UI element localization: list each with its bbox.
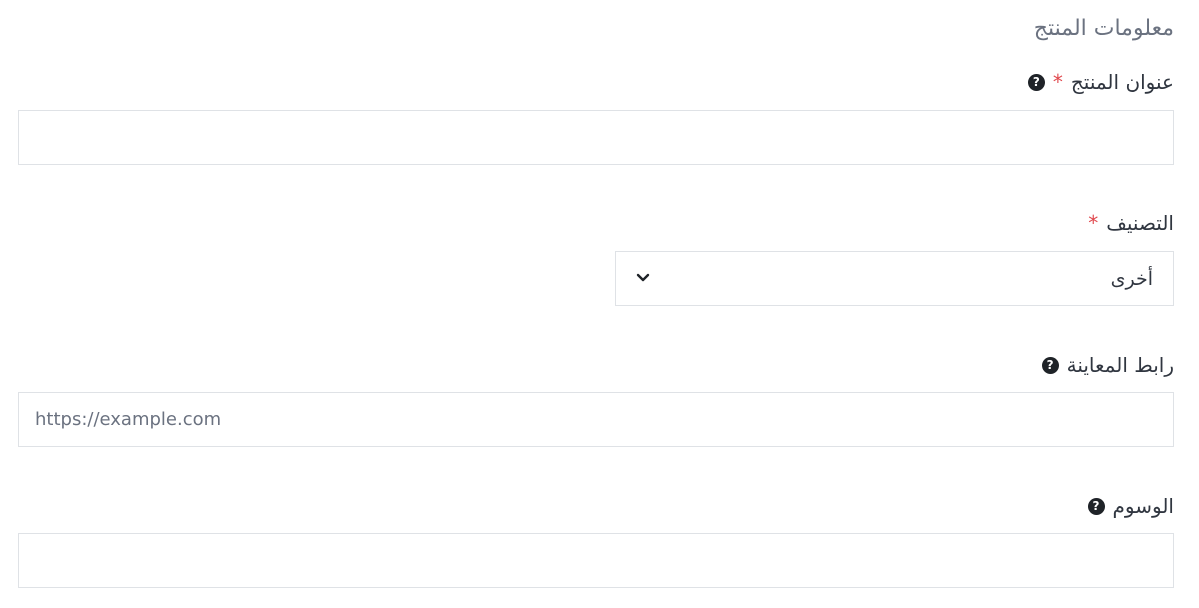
tags-label: الوسوم ? [1087, 492, 1174, 520]
category-label: التصنيف * [1088, 209, 1174, 237]
preview-link-label: رابط المعاينة ? [1041, 351, 1174, 379]
question-circle-icon[interactable]: ? [1041, 356, 1059, 374]
preview-link-label-text: رابط المعاينة [1066, 353, 1174, 377]
required-mark: * [1088, 211, 1099, 235]
section-title: معلومات المنتج [1033, 16, 1174, 41]
product-title-input[interactable] [18, 110, 1174, 165]
question-circle-icon[interactable]: ? [1027, 73, 1045, 91]
preview-link-input[interactable] [18, 392, 1174, 447]
chevron-down-icon [636, 273, 650, 285]
category-select[interactable]: أخرى [615, 251, 1174, 306]
category-selected-value: أخرى [1110, 267, 1153, 290]
tags-input[interactable] [18, 533, 1174, 588]
product-title-label: عنوان المنتج * ? [1027, 68, 1174, 96]
question-circle-icon[interactable]: ? [1087, 497, 1105, 515]
tags-label-text: الوسوم [1112, 494, 1174, 518]
product-title-label-text: عنوان المنتج [1070, 70, 1174, 94]
category-label-text: التصنيف [1106, 211, 1174, 235]
required-mark: * [1052, 70, 1063, 94]
